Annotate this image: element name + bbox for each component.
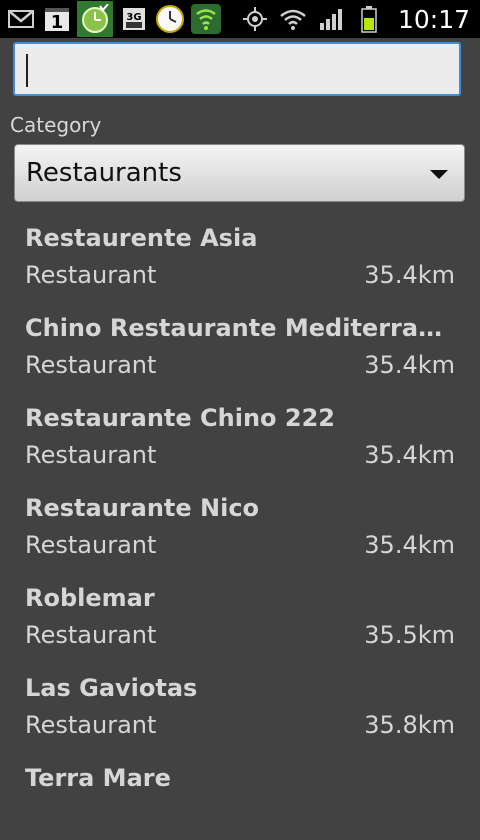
- notification-icons: 1 3G: [0, 0, 221, 38]
- item-type: Restaurant: [25, 261, 157, 289]
- item-name: Restaurante Chino 222: [25, 404, 335, 432]
- item-distance: 35.4km: [364, 261, 455, 289]
- status-clock: 10:17: [397, 4, 470, 34]
- calendar-day-text: 1: [51, 12, 64, 32]
- item-name: Restaurente Asia: [25, 224, 258, 252]
- dropdown-arrow-icon: [430, 170, 448, 179]
- vpn-shield-icon[interactable]: [191, 4, 221, 34]
- results-list[interactable]: Restaurente Asia Restaurant 35.4km Chino…: [0, 210, 480, 840]
- list-item[interactable]: Terra Mare: [0, 750, 480, 840]
- text-cursor: [26, 54, 28, 87]
- 3g-data-icon: 3G: [119, 4, 149, 34]
- clock-widget-icon[interactable]: [77, 1, 113, 37]
- list-item[interactable]: Roblemar Restaurant 35.5km: [0, 570, 480, 660]
- list-item[interactable]: Restaurente Asia Restaurant 35.4km: [0, 210, 480, 300]
- item-type: Restaurant: [25, 441, 157, 469]
- category-dropdown[interactable]: Restaurants: [14, 144, 465, 202]
- wifi-icon: [278, 4, 308, 34]
- system-icons: 10:17: [232, 0, 480, 38]
- item-name: Roblemar: [25, 584, 155, 612]
- item-name: Terra Mare: [25, 764, 171, 792]
- search-input[interactable]: [13, 42, 461, 96]
- list-item[interactable]: Las Gaviotas Restaurant 35.8km: [0, 660, 480, 750]
- list-item[interactable]: Restaurante Nico Restaurant 35.4km: [0, 480, 480, 570]
- list-item[interactable]: Chino Restaurante Mediterraneo Restauran…: [0, 300, 480, 390]
- category-selected-value: Restaurants: [26, 158, 182, 188]
- list-item[interactable]: Restaurante Chino 222 Restaurant 35.4km: [0, 390, 480, 480]
- item-type: Restaurant: [25, 531, 157, 559]
- item-type: Restaurant: [25, 711, 157, 739]
- battery-icon: [354, 4, 384, 34]
- signal-icon: [316, 4, 346, 34]
- status-bar: 1 3G 10:17: [0, 0, 480, 38]
- alarm-clock-icon[interactable]: [155, 4, 185, 34]
- gps-icon: [240, 4, 270, 34]
- item-distance: 35.8km: [364, 711, 455, 739]
- item-distance: 35.4km: [364, 441, 455, 469]
- data-type-text: 3G: [126, 12, 141, 23]
- gmail-icon[interactable]: [6, 4, 36, 34]
- category-label: Category: [10, 113, 102, 137]
- item-distance: 35.4km: [364, 351, 455, 379]
- item-distance: 35.4km: [364, 531, 455, 559]
- item-name: Chino Restaurante Mediterraneo: [25, 314, 450, 342]
- item-type: Restaurant: [25, 621, 157, 649]
- item-type: Restaurant: [25, 351, 157, 379]
- item-name: Restaurante Nico: [25, 494, 260, 522]
- item-name: Las Gaviotas: [25, 674, 198, 702]
- item-distance: 35.5km: [364, 621, 455, 649]
- calendar-icon[interactable]: 1: [42, 4, 72, 34]
